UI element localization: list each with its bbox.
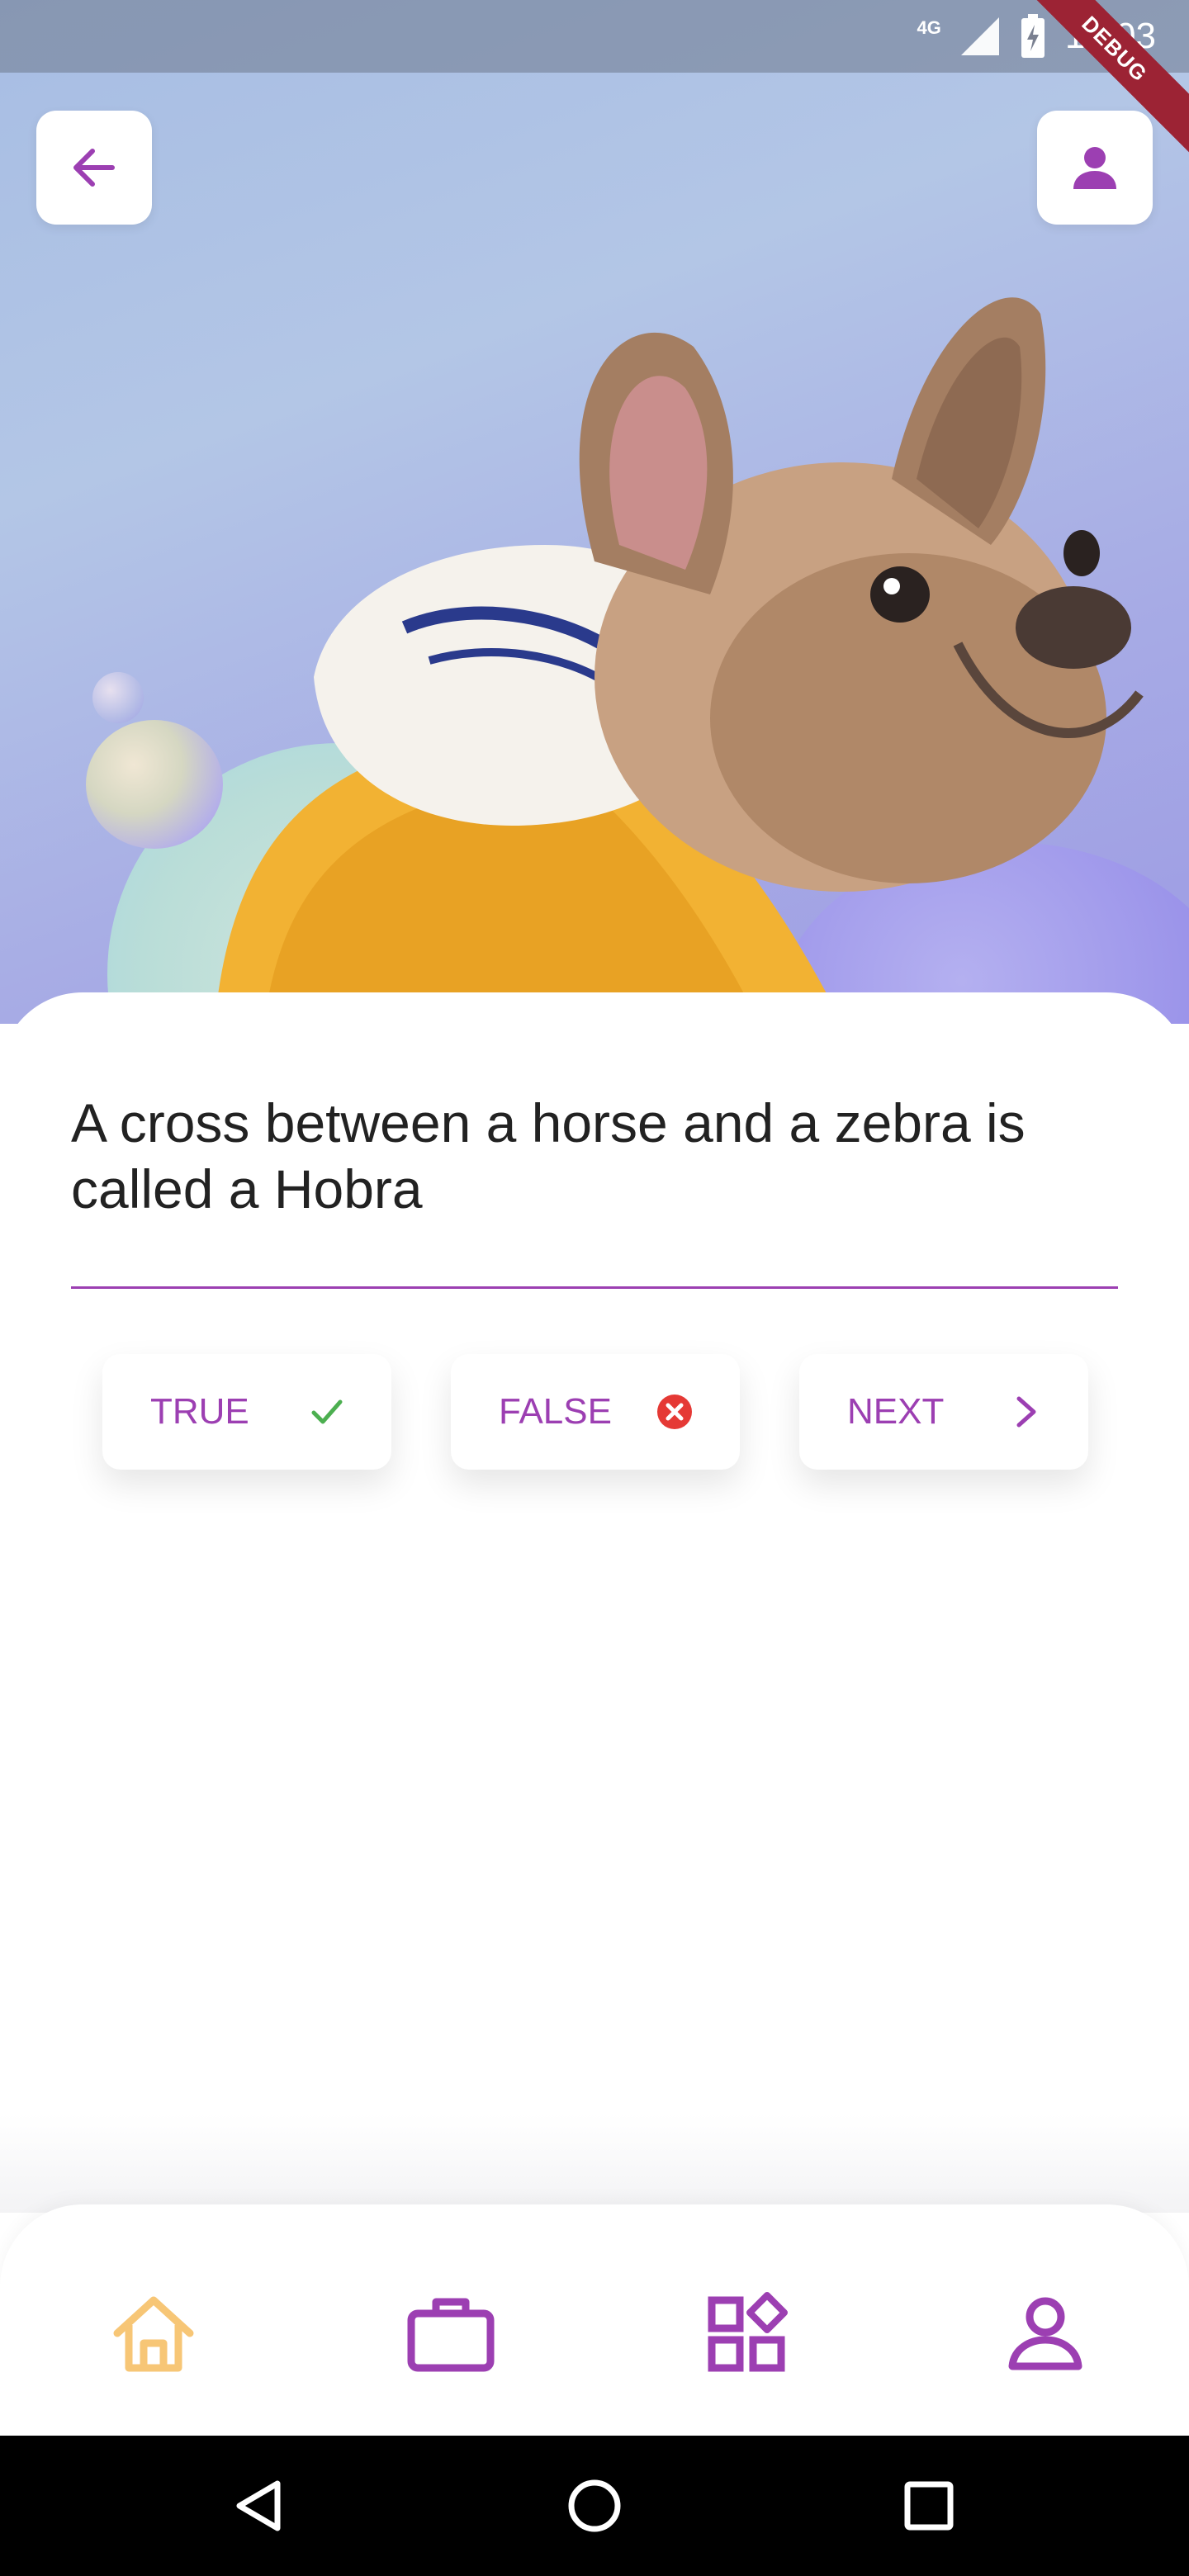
next-button[interactable]: NEXT — [799, 1354, 1088, 1470]
decorative-bubble — [86, 720, 223, 849]
person-outline-icon — [1008, 2297, 1082, 2370]
cancel-icon — [657, 1395, 692, 1429]
next-label: NEXT — [847, 1391, 945, 1432]
system-back-button[interactable] — [215, 2460, 306, 2551]
nav-categories[interactable] — [699, 2284, 798, 2383]
hero-image-area: 4G 12:03 DEBUG — [0, 0, 1189, 1024]
category-icon — [708, 2292, 788, 2372]
bottom-shade — [0, 2114, 1189, 2213]
false-label: FALSE — [499, 1391, 612, 1432]
back-button[interactable] — [36, 111, 152, 225]
question-card: A cross between a horse and a zebra is c… — [0, 992, 1189, 2214]
person-icon — [1073, 147, 1116, 189]
answer-buttons: TRUE FALSE NEXT — [0, 1354, 1189, 1470]
arrow-left-icon — [73, 149, 115, 187]
nav-home[interactable] — [104, 2284, 203, 2383]
false-button[interactable]: FALSE — [451, 1354, 740, 1470]
network-label: 4G — [917, 17, 941, 38]
circle-home-icon — [568, 2479, 621, 2532]
chevron-right-icon — [1016, 1396, 1036, 1428]
battery-charging-icon — [1021, 14, 1045, 58]
signal-icon — [960, 17, 999, 55]
profile-button[interactable] — [1037, 111, 1153, 225]
question-text: A cross between a horse and a zebra is c… — [71, 1092, 1026, 1219]
true-button[interactable]: TRUE — [102, 1354, 391, 1470]
true-label: TRUE — [150, 1391, 249, 1432]
square-recents-icon — [904, 2481, 954, 2531]
system-recents-button[interactable] — [883, 2460, 974, 2551]
triangle-back-icon — [236, 2480, 281, 2531]
system-home-button[interactable] — [549, 2460, 640, 2551]
nav-work[interactable] — [401, 2284, 500, 2383]
check-icon — [311, 1399, 343, 1424]
system-navigation-bar — [0, 2436, 1189, 2576]
divider — [71, 1286, 1118, 1289]
status-bar: 4G 12:03 — [0, 0, 1189, 73]
nav-profile[interactable] — [996, 2284, 1095, 2383]
dog-illustration — [215, 297, 1144, 1024]
home-icon — [113, 2296, 194, 2372]
briefcase-icon — [407, 2298, 495, 2372]
bottom-navigation — [0, 2204, 1189, 2436]
decorative-bubble — [92, 672, 144, 723]
